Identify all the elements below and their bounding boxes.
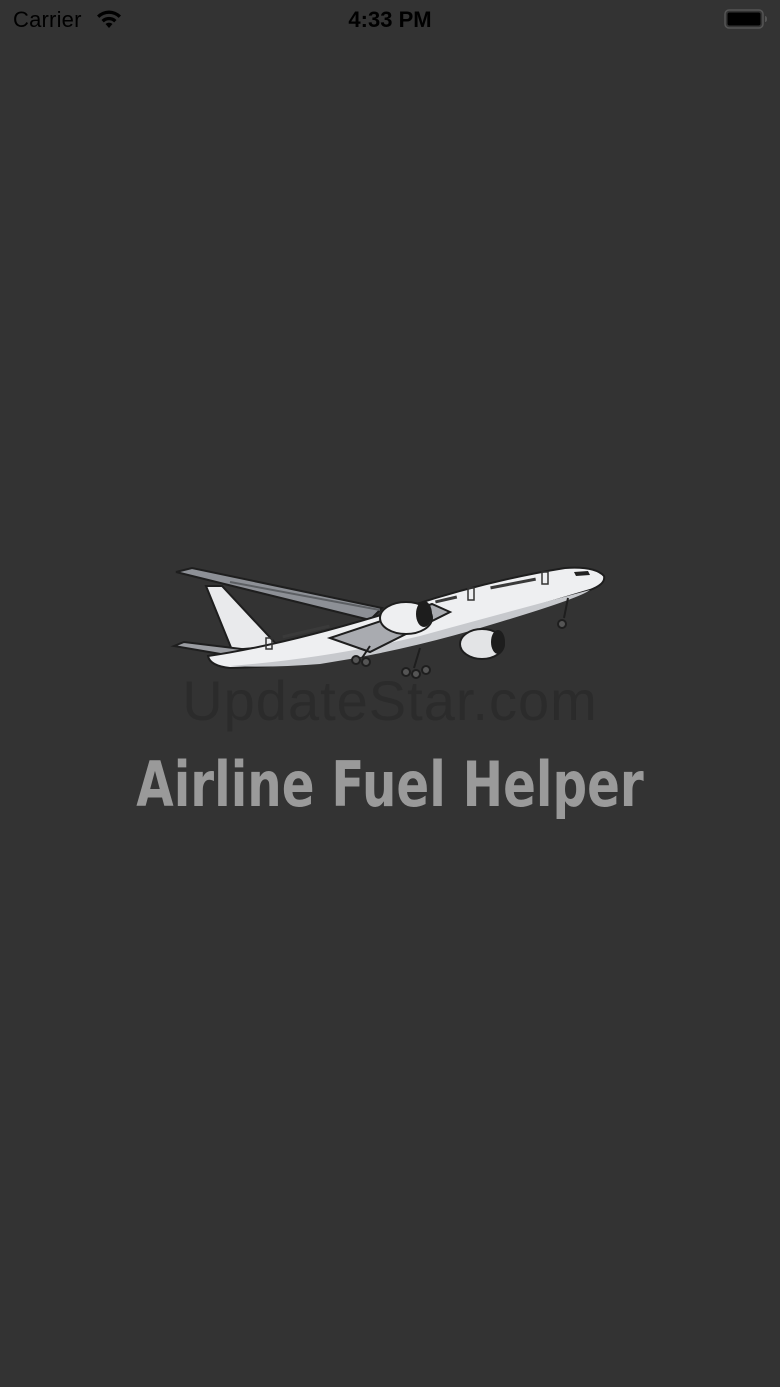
battery-icon: [724, 9, 767, 29]
app-title: Airline Fuel Helper: [136, 748, 644, 821]
splash-screen: Carrier 4:33 PM UpdateStar.com Airline F…: [0, 0, 780, 1387]
status-bar: Carrier 4:33 PM: [0, 0, 780, 40]
clock: 4:33 PM: [348, 7, 432, 32]
watermark-text: UpdateStar.com: [182, 669, 598, 732]
